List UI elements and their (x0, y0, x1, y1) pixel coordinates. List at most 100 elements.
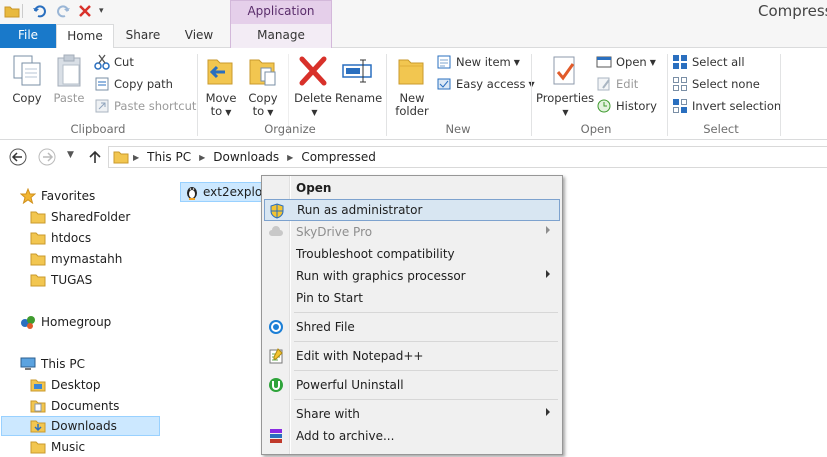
menu-item-troubleshoot[interactable]: Troubleshoot compatibility (264, 243, 560, 265)
organize-group-label: Organize (264, 122, 316, 136)
breadcrumb-this-pc[interactable]: This PC (147, 150, 191, 164)
undo-icon[interactable] (32, 4, 48, 18)
easy-access-button[interactable]: Easy access▼ (436, 75, 535, 93)
paste-shortcut-label: Paste shortcut (114, 99, 197, 113)
back-icon[interactable] (9, 148, 27, 166)
open-button[interactable]: Open ▼ (596, 53, 656, 71)
submenu-arrow-icon (546, 408, 550, 416)
delete-button[interactable]: Delete ▼ (293, 54, 333, 119)
shred-icon (269, 320, 283, 334)
nav-favorite-item[interactable]: mymastahh (30, 249, 122, 269)
menu-item-label: Pin to Start (296, 291, 363, 305)
application-tools-header: Application Tools (230, 0, 332, 38)
copy-path-button[interactable]: Copy path (94, 75, 173, 93)
nav-pc-item[interactable]: Music (30, 437, 85, 457)
paste-button[interactable]: Paste (50, 54, 88, 105)
ribbon-separator (386, 54, 387, 136)
menu-item-share-with[interactable]: Share with (264, 403, 560, 425)
nav-homegroup[interactable]: Homegroup (20, 312, 111, 332)
up-icon[interactable] (86, 148, 104, 166)
history-button[interactable]: History (596, 97, 657, 115)
homegroup-icon (21, 316, 35, 329)
nav-downloads-selected[interactable]: Downloads (1, 416, 160, 436)
select-none-button[interactable]: Select none (672, 75, 760, 93)
folder-icon (30, 211, 46, 224)
tab-file[interactable]: File (0, 24, 56, 48)
menu-item-label: SkyDrive Pro (296, 225, 373, 239)
customize-quick-access-icon[interactable]: ▾ (99, 6, 104, 16)
copy-label: Copy (12, 91, 42, 105)
select-all-button[interactable]: Select all (672, 53, 745, 71)
breadcrumb-separator-icon[interactable]: ▶ (287, 153, 293, 162)
file-item-selected[interactable]: ext2explore (180, 182, 264, 202)
easy-access-label: Easy access (456, 77, 526, 91)
cloud-icon (269, 226, 283, 236)
paste-shortcut-icon (95, 99, 109, 113)
copy-icon (13, 55, 41, 86)
paste-shortcut-button[interactable]: Paste shortcut (94, 97, 196, 115)
edit-button[interactable]: Edit (596, 75, 638, 93)
cut-button[interactable]: Cut (94, 53, 134, 71)
invert-selection-button[interactable]: Invert selection (672, 97, 781, 115)
submenu-arrow-icon (546, 226, 550, 234)
nav-favorite-item[interactable]: SharedFolder (30, 207, 130, 227)
invert-selection-label: Invert selection (692, 99, 782, 113)
ribbon-separator (531, 54, 532, 136)
breadcrumb-separator-icon[interactable]: ▶ (133, 153, 139, 162)
uac-shield-icon (270, 203, 284, 219)
nav-this-pc[interactable]: This PC (20, 354, 85, 374)
menu-item-open[interactable]: Open (264, 177, 560, 199)
menu-item-pin-start[interactable]: Pin to Start (264, 287, 560, 309)
copy-to-button[interactable]: Copy to ▼ (244, 54, 282, 119)
uninstall-icon (269, 378, 283, 392)
move-to-label-2: to (210, 104, 223, 118)
desktop-folder-icon (30, 379, 46, 392)
menu-item-add-archive[interactable]: Add to archive... (264, 425, 560, 447)
tab-home[interactable]: Home (56, 24, 114, 49)
history-icon (597, 99, 611, 113)
tab-manage[interactable]: Manage (230, 24, 332, 48)
delete-quick-icon[interactable] (78, 4, 92, 18)
chevron-down-icon: ▼ (225, 108, 232, 117)
recent-locations-icon[interactable]: ▼ (67, 150, 74, 160)
forward-icon[interactable] (38, 148, 56, 166)
folder-icon (30, 253, 46, 266)
nav-favorite-item[interactable]: TUGAS (30, 270, 92, 290)
move-to-button[interactable]: Move to ▼ (202, 54, 240, 119)
menu-item-label: Powerful Uninstall (296, 378, 404, 392)
properties-button[interactable]: Properties ▼ (536, 54, 594, 119)
nav-item-label: SharedFolder (51, 210, 131, 224)
select-none-label: Select none (692, 77, 760, 91)
nav-pc-item[interactable]: Documents (30, 396, 119, 416)
breadcrumb-compressed[interactable]: Compressed (301, 150, 376, 164)
nav-favorites[interactable]: Favorites (20, 186, 95, 206)
menu-item-skydrive-pro[interactable]: SkyDrive Pro (264, 221, 560, 243)
breadcrumb-downloads[interactable]: Downloads (213, 150, 279, 164)
edit-label: Edit (616, 77, 639, 91)
new-folder-button[interactable]: New folder (391, 54, 433, 118)
menu-item-powerful-uninstall[interactable]: Powerful Uninstall (264, 374, 560, 396)
chevron-down-icon: ▼ (649, 57, 656, 67)
open-group-label: Open (580, 122, 612, 136)
copy-path-icon (95, 77, 109, 91)
tab-view[interactable]: View (172, 24, 226, 48)
nav-item-label: TUGAS (51, 273, 93, 287)
redo-icon[interactable] (55, 4, 71, 18)
tab-share[interactable]: Share (114, 24, 172, 48)
nav-favorite-item[interactable]: htdocs (30, 228, 91, 248)
menu-item-shred-file[interactable]: Shred File (264, 316, 560, 338)
menu-item-label: Share with (296, 407, 360, 421)
new-item-button[interactable]: New item ▼ (436, 53, 520, 71)
menu-item-run-gpu[interactable]: Run with graphics processor (264, 265, 560, 287)
chevron-down-icon: ▼ (562, 108, 569, 117)
copy-to-label-2: to (252, 104, 265, 118)
menu-item-run-as-admin[interactable]: Run as administrator (264, 199, 560, 221)
breadcrumb-separator-icon[interactable]: ▶ (199, 153, 205, 162)
cut-label: Cut (114, 55, 134, 69)
nav-pc-item[interactable]: Desktop (30, 375, 101, 395)
rename-button[interactable]: Rename (335, 54, 382, 105)
menu-item-edit-notepad[interactable]: Edit with Notepad++ (264, 345, 560, 367)
copy-button[interactable]: Copy (8, 54, 46, 105)
menu-item-label: Add to archive... (296, 429, 395, 443)
address-bar[interactable]: ▶ This PC ▶ Downloads ▶ Compressed (108, 146, 827, 168)
